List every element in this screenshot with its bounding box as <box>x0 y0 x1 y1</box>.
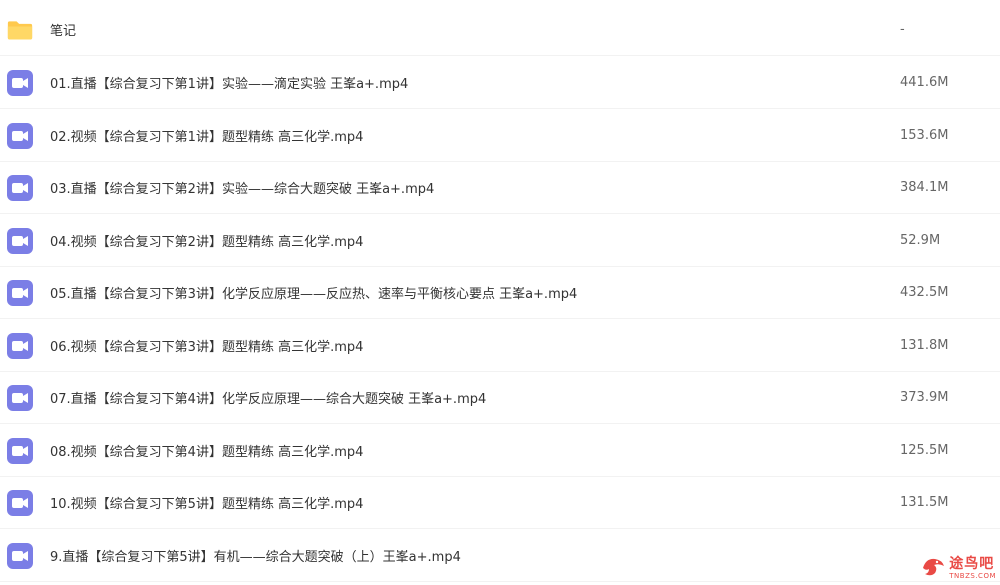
file-size: 52.9M <box>900 233 941 248</box>
file-name[interactable]: 10.视频【综合复习下第5讲】题型精练 高三化学.mp4 <box>50 493 363 512</box>
file-size: 131.8M <box>900 338 949 353</box>
list-item-video[interactable]: 02.视频【综合复习下第1讲】题型精练 高三化学.mp4 153.6M <box>0 110 1000 162</box>
list-item-video[interactable]: 9.直播【综合复习下第5讲】有机——综合大题突破（上）王峯a+.mp4 <box>0 530 1000 582</box>
video-file-icon <box>7 542 33 569</box>
list-item-video[interactable]: 01.直播【综合复习下第1讲】实验——滴定实验 王峯a+.mp4 441.6M <box>0 57 1000 109</box>
video-file-icon <box>7 69 33 96</box>
file-name[interactable]: 05.直播【综合复习下第3讲】化学反应原理——反应热、速率与平衡核心要点 王峯a… <box>50 283 577 302</box>
list-item-video[interactable]: 08.视频【综合复习下第4讲】题型精练 高三化学.mp4 125.5M <box>0 425 1000 477</box>
video-file-icon <box>7 332 33 359</box>
list-item-video[interactable]: 10.视频【综合复习下第5讲】题型精练 高三化学.mp4 131.5M <box>0 477 1000 529</box>
file-size: 441.6M <box>900 75 949 90</box>
file-size: 432.5M <box>900 285 949 300</box>
video-file-icon <box>7 279 33 306</box>
list-item-video[interactable]: 03.直播【综合复习下第2讲】实验——综合大题突破 王峯a+.mp4 384.1… <box>0 162 1000 214</box>
file-name[interactable]: 9.直播【综合复习下第5讲】有机——综合大题突破（上）王峯a+.mp4 <box>50 546 461 565</box>
file-name[interactable]: 06.视频【综合复习下第3讲】题型精练 高三化学.mp4 <box>50 336 363 355</box>
list-item-video[interactable]: 06.视频【综合复习下第3讲】题型精练 高三化学.mp4 131.8M <box>0 320 1000 372</box>
list-item-video[interactable]: 05.直播【综合复习下第3讲】化学反应原理——反应热、速率与平衡核心要点 王峯a… <box>0 267 1000 319</box>
file-name[interactable]: 08.视频【综合复习下第4讲】题型精练 高三化学.mp4 <box>50 441 363 460</box>
video-file-icon <box>7 489 33 516</box>
file-name[interactable]: 02.视频【综合复习下第1讲】题型精练 高三化学.mp4 <box>50 126 363 145</box>
video-file-icon <box>7 122 33 149</box>
video-file-icon <box>7 227 33 254</box>
video-file-icon <box>7 384 33 411</box>
file-size: 125.5M <box>900 443 949 458</box>
file-size: 373.9M <box>900 390 949 405</box>
file-name[interactable]: 04.视频【综合复习下第2讲】题型精练 高三化学.mp4 <box>50 231 363 250</box>
file-name[interactable]: 笔记 <box>50 20 76 39</box>
file-name[interactable]: 01.直播【综合复习下第1讲】实验——滴定实验 王峯a+.mp4 <box>50 73 408 92</box>
video-file-icon <box>7 437 33 464</box>
file-list: 笔记 - 01.直播【综合复习下第1讲】实验——滴定实验 王峯a+.mp4 44… <box>0 0 1000 585</box>
file-size: 153.6M <box>900 128 949 143</box>
list-item-folder[interactable]: 笔记 - <box>0 4 1000 56</box>
file-name[interactable]: 03.直播【综合复习下第2讲】实验——综合大题突破 王峯a+.mp4 <box>50 178 434 197</box>
list-item-video[interactable]: 07.直播【综合复习下第4讲】化学反应原理——综合大题突破 王峯a+.mp4 3… <box>0 372 1000 424</box>
folder-icon <box>7 17 33 43</box>
file-size: 131.5M <box>900 495 949 510</box>
file-name[interactable]: 07.直播【综合复习下第4讲】化学反应原理——综合大题突破 王峯a+.mp4 <box>50 388 486 407</box>
file-size: 384.1M <box>900 180 949 195</box>
file-size: - <box>900 22 905 37</box>
list-item-video[interactable]: 04.视频【综合复习下第2讲】题型精练 高三化学.mp4 52.9M <box>0 215 1000 267</box>
video-file-icon <box>7 174 33 201</box>
